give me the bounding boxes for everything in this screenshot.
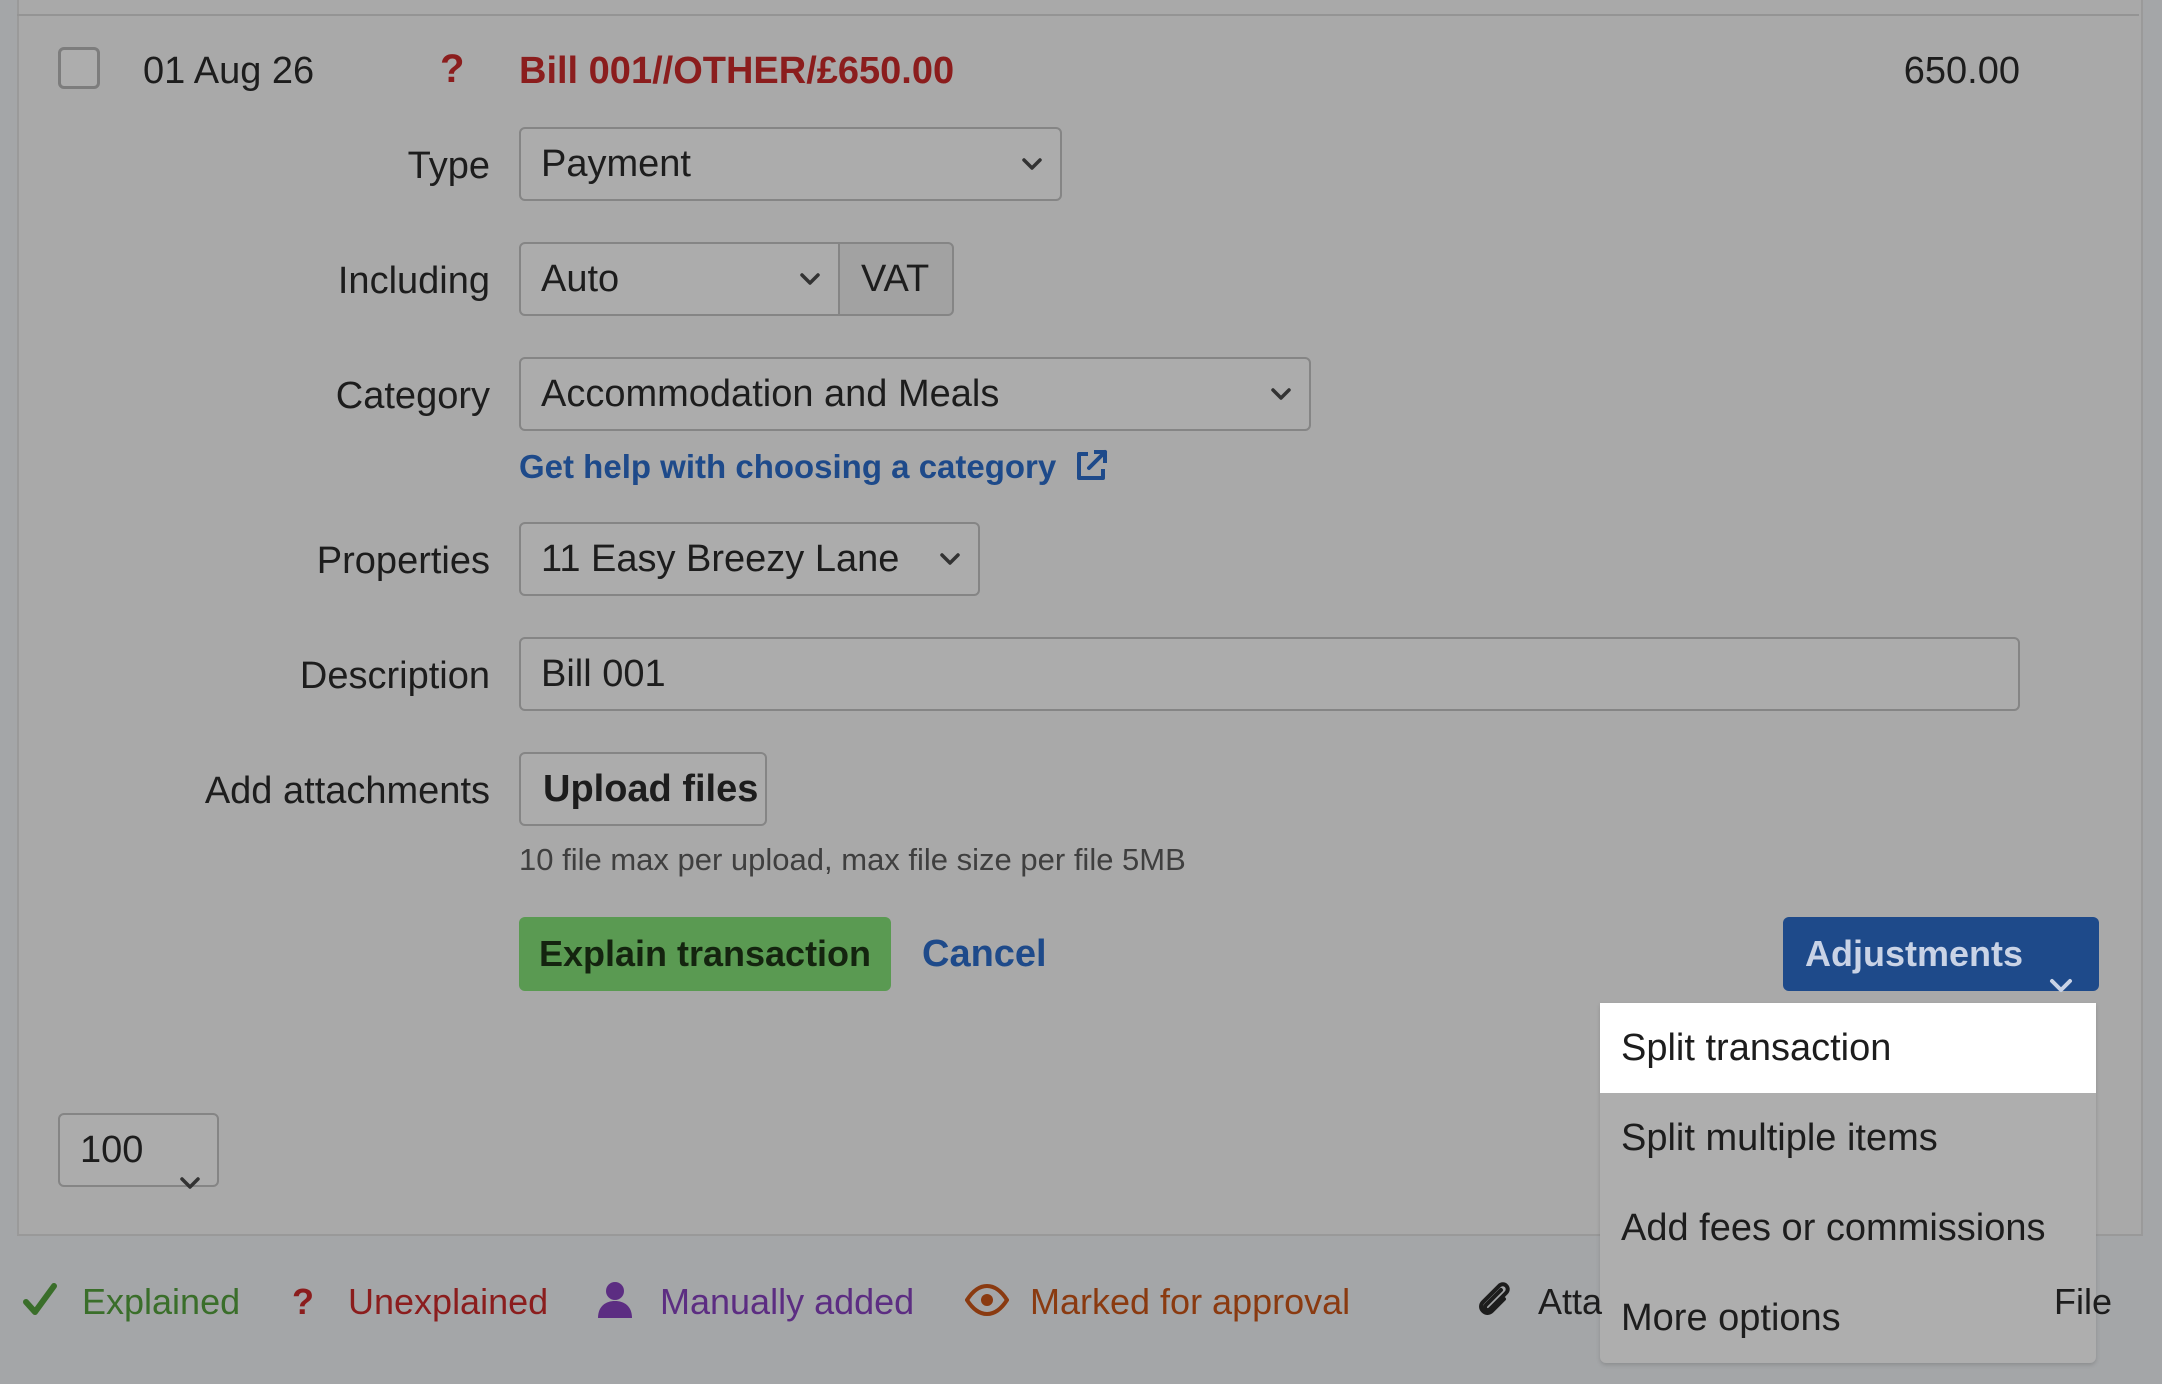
- legend-marked-for-approval: Marked for approval: [1030, 1281, 1351, 1322]
- transaction-title: Bill 001//OTHER/£650.00: [519, 50, 955, 92]
- chevron-down-icon: [1269, 359, 1293, 429]
- category-label: Category: [335, 375, 490, 417]
- user-icon: [596, 1280, 634, 1325]
- vat-addon: VAT: [838, 242, 954, 316]
- transaction-checkbox[interactable]: [58, 47, 100, 89]
- adjustments-button[interactable]: Adjustments: [1783, 917, 2099, 992]
- divider: [17, 14, 2139, 16]
- description-label: Description: [299, 655, 490, 697]
- menu-item-add-fees[interactable]: Add fees or commissions: [1600, 1183, 2096, 1273]
- legend-explained: Explained: [82, 1281, 241, 1322]
- properties-select[interactable]: 11 Easy Breezy Lane: [519, 522, 980, 596]
- properties-label: Properties: [316, 540, 490, 582]
- question-icon: ?: [292, 1281, 314, 1322]
- category-select-value: Accommodation and Meals: [541, 373, 1000, 415]
- menu-item-split-transaction[interactable]: Split transaction: [1600, 1003, 2096, 1093]
- attachments-label: Add attachments: [204, 770, 490, 812]
- type-select[interactable]: Payment: [519, 127, 1062, 201]
- chevron-down-icon: [938, 524, 962, 594]
- menu-item-split-multiple-items[interactable]: Split multiple items: [1600, 1093, 2096, 1183]
- per-page-value: 100: [80, 1129, 144, 1171]
- chevron-down-icon: [179, 1143, 201, 1213]
- question-icon: ?: [440, 47, 465, 91]
- description-input[interactable]: Bill 001: [519, 637, 2020, 711]
- chevron-down-icon: [798, 244, 822, 314]
- transaction-amount: 650.00: [1903, 50, 2020, 92]
- cancel-button[interactable]: Cancel: [922, 917, 1047, 991]
- adjustments-label: Adjustments: [1805, 933, 2024, 974]
- upload-files-button[interactable]: Upload files: [519, 752, 767, 826]
- legend-attachment: Atta: [1538, 1281, 1603, 1322]
- external-link-icon: [1073, 448, 1109, 495]
- per-page-select[interactable]: 100: [58, 1113, 219, 1189]
- including-select-value: Auto: [541, 258, 620, 300]
- adjustments-menu: Split transaction Split multiple items A…: [1600, 1003, 2096, 1363]
- legend-manually-added: Manually added: [660, 1281, 915, 1322]
- legend-file: File: [2054, 1281, 2113, 1322]
- transaction-date: 01 Aug 26: [143, 50, 315, 92]
- checkmark-icon: [22, 1280, 58, 1325]
- including-label: Including: [337, 260, 490, 302]
- category-select[interactable]: Accommodation and Meals: [519, 357, 1311, 431]
- paperclip-icon: [1474, 1280, 1514, 1325]
- chevron-down-icon: [1020, 129, 1044, 199]
- menu-item-more-options[interactable]: More options: [1600, 1273, 2096, 1363]
- upload-hint: 10 file max per upload, max file size pe…: [519, 842, 1186, 877]
- including-select[interactable]: Auto: [519, 242, 840, 316]
- properties-select-value: 11 Easy Breezy Lane: [541, 538, 900, 580]
- eye-icon: [964, 1283, 1010, 1321]
- type-label: Type: [407, 145, 490, 187]
- legend-unexplained: Unexplained: [348, 1281, 549, 1322]
- explain-transaction-button[interactable]: Explain transaction: [519, 917, 891, 991]
- type-select-value: Payment: [541, 143, 691, 185]
- category-help-link[interactable]: Get help with choosing a category: [519, 445, 1109, 495]
